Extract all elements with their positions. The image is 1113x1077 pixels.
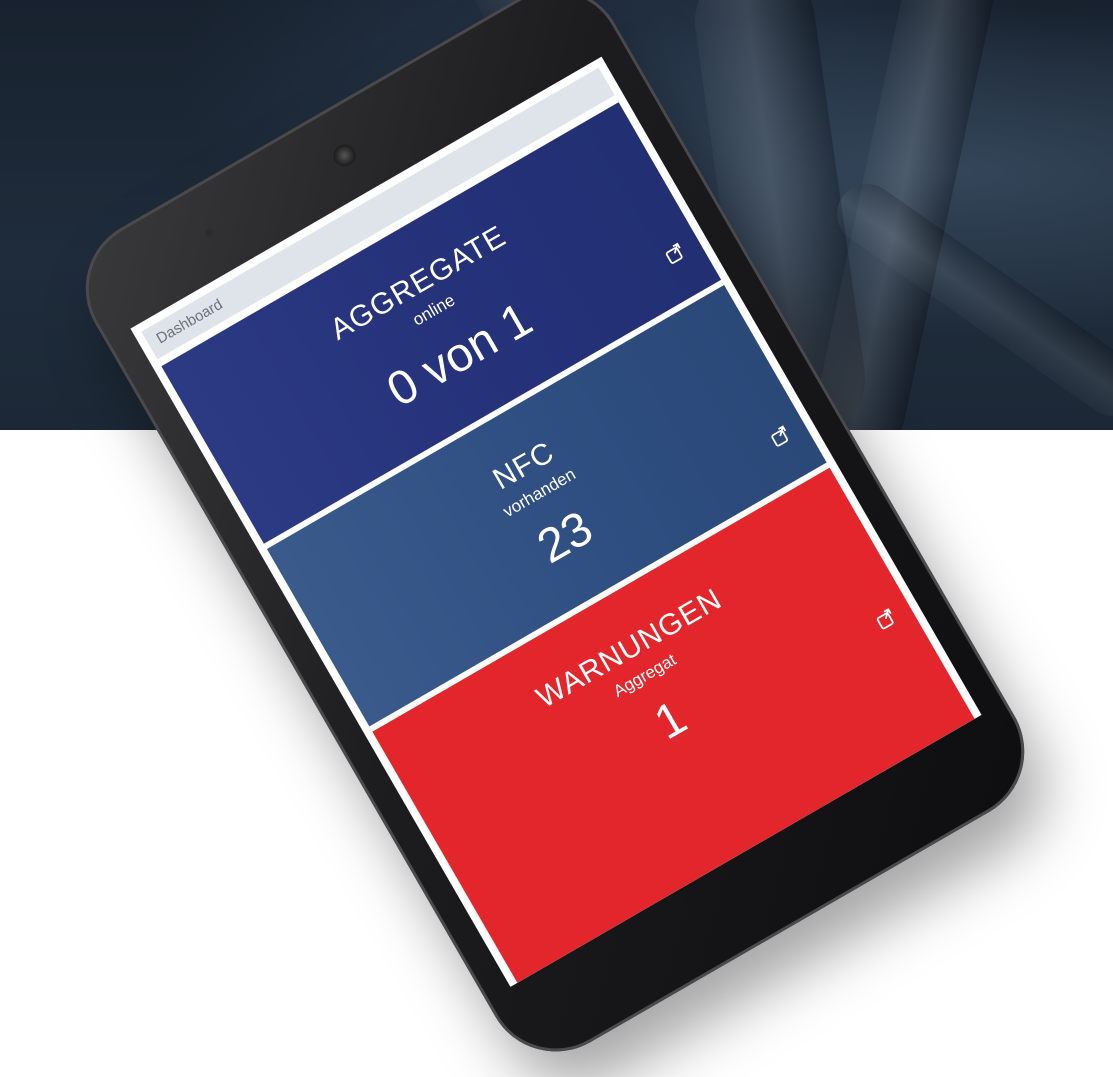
proximity-sensor <box>203 227 215 239</box>
front-camera-icon <box>329 140 360 171</box>
